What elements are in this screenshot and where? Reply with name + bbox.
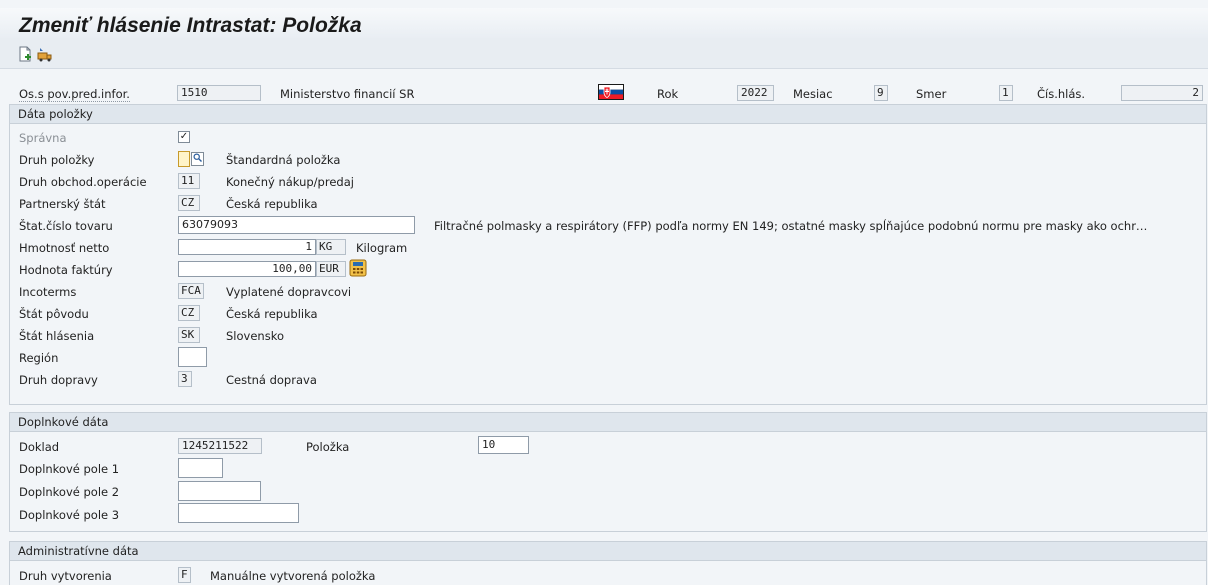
commodity-code-field[interactable]: 63079093 xyxy=(178,216,415,234)
invoice-value-field[interactable]: 100,00 xyxy=(178,261,316,277)
creation-type-label: Druh vytvorenia xyxy=(19,569,112,583)
application-toolbar xyxy=(0,38,1208,69)
invoice-value-label: Hodnota faktúry xyxy=(19,263,113,277)
additional-data-title: Doplnkové dáta xyxy=(10,413,1206,432)
trade-operation-label: Druh obchod.operácie xyxy=(19,175,147,189)
item-data-section: Dáta položky Správna ✓ Druh položky Štan… xyxy=(9,104,1207,405)
trade-operation-field[interactable]: 11 xyxy=(178,173,200,189)
report-number-label: Čís.hlás. xyxy=(1037,87,1086,101)
additional-field-2[interactable] xyxy=(178,481,261,501)
origin-state-label: Štát pôvodu xyxy=(19,307,89,321)
incoterms-field[interactable]: FCA xyxy=(178,283,204,299)
reporting-state-text: Slovensko xyxy=(226,329,284,343)
item-type-field[interactable] xyxy=(178,151,190,167)
transport-mode-field[interactable]: 3 xyxy=(178,371,192,387)
month-field[interactable]: 9 xyxy=(874,85,888,101)
transport-mode-text: Cestná doprava xyxy=(226,373,317,387)
item-type-label: Druh položky xyxy=(19,153,95,167)
origin-state-text: Česká republika xyxy=(226,307,318,321)
org-field[interactable]: 1510 xyxy=(177,85,261,101)
direction-label: Smer xyxy=(916,87,947,101)
commodity-description: Filtračné polmasky a respirátory (FFP) p… xyxy=(434,219,1148,233)
commodity-code-label: Štat.číslo tovaru xyxy=(19,219,113,233)
partner-state-field[interactable]: CZ xyxy=(178,195,200,211)
position-field[interactable]: 10 xyxy=(478,436,529,454)
additional-field-3-label: Doplnkové pole 3 xyxy=(19,508,120,522)
search-help-icon[interactable] xyxy=(191,152,204,166)
additional-field-1[interactable] xyxy=(178,458,223,478)
admin-data-title: Administratívne dáta xyxy=(10,542,1206,561)
report-number-field[interactable]: 2 xyxy=(1121,85,1203,101)
org-label: Os.s pov.pred.infor. xyxy=(19,87,130,102)
year-label: Rok xyxy=(657,87,679,101)
additional-field-3[interactable] xyxy=(178,503,299,523)
incoterms-text: Vyplatené dopravcovi xyxy=(226,285,352,299)
item-type-text: Štandardná položka xyxy=(226,153,341,167)
origin-state-field[interactable]: CZ xyxy=(178,305,200,321)
additional-field-2-label: Doplnkové pole 2 xyxy=(19,485,120,499)
position-label: Položka xyxy=(306,440,350,454)
partner-state-label: Partnerský štát xyxy=(19,197,106,211)
document-label: Doklad xyxy=(19,440,60,454)
year-field[interactable]: 2022 xyxy=(737,85,774,101)
document-field[interactable]: 1245211522 xyxy=(178,438,262,454)
currency-field[interactable]: EUR xyxy=(316,261,346,277)
new-document-icon[interactable] xyxy=(17,46,33,62)
header-row: Os.s pov.pred.infor. 1510 Ministerstvo f… xyxy=(0,78,1208,104)
admin-data-section: Administratívne dáta Druh vytvorenia F M… xyxy=(9,541,1207,585)
net-weight-label: Hmotnosť netto xyxy=(19,241,110,255)
net-weight-field[interactable]: 1 xyxy=(178,239,316,255)
incoterms-label: Incoterms xyxy=(19,285,77,299)
transport-mode-label: Druh dopravy xyxy=(19,373,98,387)
partner-state-text: Česká republika xyxy=(226,197,318,211)
trade-operation-text: Konečný nákup/predaj xyxy=(226,175,354,189)
weight-unit-text: Kilogram xyxy=(356,241,408,255)
region-label: Región xyxy=(19,351,59,365)
calculator-icon[interactable] xyxy=(349,259,367,277)
month-label: Mesiac xyxy=(793,87,833,101)
page-title: Zmeniť hlásenie Intrastat: Položka xyxy=(19,14,362,37)
reporting-state-field[interactable]: SK xyxy=(178,327,200,343)
weight-unit-field[interactable]: KG xyxy=(316,239,346,255)
correct-checkbox[interactable]: ✓ xyxy=(178,131,190,143)
transport-icon[interactable] xyxy=(37,46,53,62)
additional-data-section: Doplnkové dáta Doklad 1245211522 Položka… xyxy=(9,412,1207,532)
org-text: Ministerstvo financií SR xyxy=(280,87,415,101)
creation-type-field[interactable]: F xyxy=(178,567,191,583)
item-data-title: Dáta položky xyxy=(10,105,1206,124)
direction-field[interactable]: 1 xyxy=(999,85,1013,101)
region-field[interactable] xyxy=(178,347,207,367)
correct-label: Správna xyxy=(19,131,67,145)
reporting-state-label: Štát hlásenia xyxy=(19,329,95,343)
title-bar: Zmeniť hlásenie Intrastat: Položka xyxy=(0,8,1208,38)
slovakia-flag-icon xyxy=(598,84,624,100)
creation-type-text: Manuálne vytvorená položka xyxy=(210,569,376,583)
additional-field-1-label: Doplnkové pole 1 xyxy=(19,462,120,476)
